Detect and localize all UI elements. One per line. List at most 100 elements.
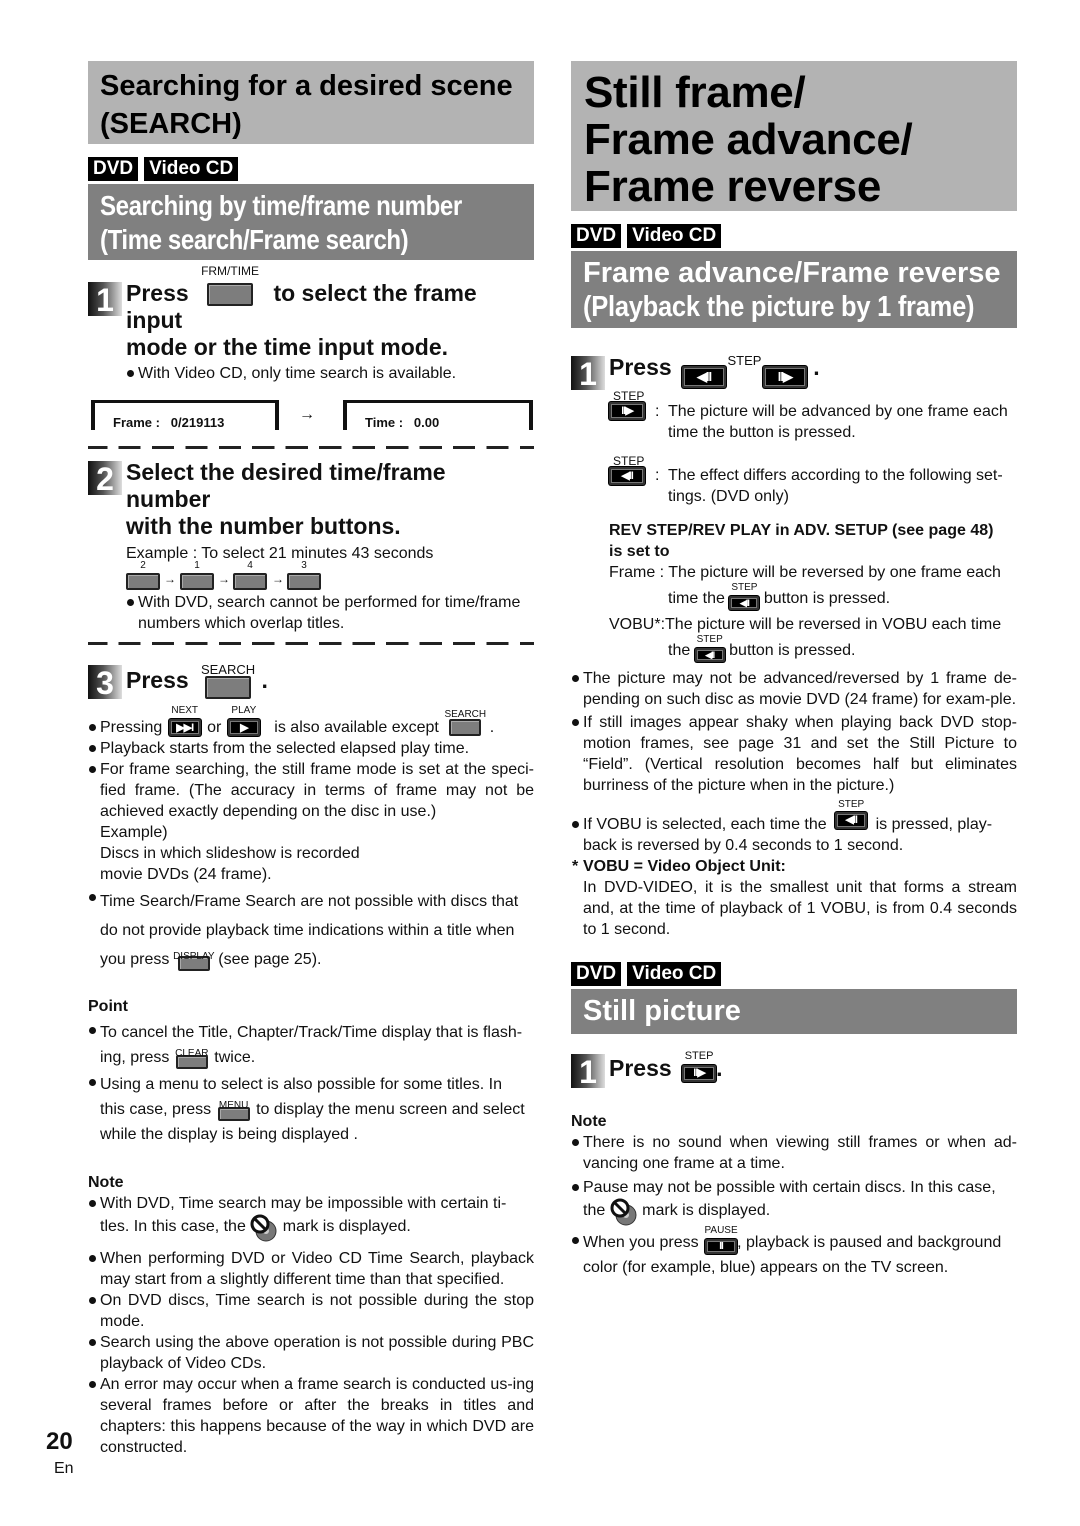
- arrow-icon: →: [299, 406, 315, 423]
- subtitle-line: (Time search/Frame search): [100, 224, 409, 255]
- bullet-text: back is reversed by 0.4 seconds to 1 sec…: [583, 837, 904, 854]
- number-button-icon: 4: [233, 560, 267, 590]
- button-label: PLAY: [231, 705, 257, 717]
- button-glyph: ◀II: [705, 649, 715, 660]
- bullet-text: numbers which overlap titles.: [138, 615, 345, 632]
- digit-label: 3: [301, 560, 307, 571]
- instruction-text: mode or the time input mode.: [126, 334, 449, 360]
- desc-text: The picture will be advanced by one fram…: [668, 401, 1018, 443]
- instruction-text: Select the desired time/frame number: [126, 459, 446, 512]
- number-button-icon: 1: [180, 560, 214, 590]
- still-picture-subtitle: Still picture: [571, 989, 1017, 1034]
- bullet-item: The picture may not be advanced/reversed…: [571, 668, 1017, 710]
- frame-bullets: The picture may not be advanced/reversed…: [571, 668, 1017, 856]
- bullet-item: Search using the above operation is not …: [88, 1332, 534, 1374]
- button-glyph: II▶: [777, 368, 793, 384]
- clear-button-icon: CLEAR: [175, 1048, 209, 1069]
- title-line: Frame advance/: [584, 115, 913, 164]
- step-number-badge: 1: [571, 1054, 605, 1090]
- setting-text: button is pressed.: [763, 590, 891, 607]
- bullet-text: With DVD, Time search may be impossible …: [100, 1195, 507, 1212]
- setting-text: button is pressed.: [729, 642, 856, 659]
- desc-line: tings. (DVD only): [668, 488, 789, 505]
- search-step-3: 3 Press SEARCH .: [88, 662, 534, 703]
- button-glyph: ◀II: [845, 814, 858, 827]
- button-label: PAUSE: [704, 1225, 738, 1237]
- setting-frame: Frame : The picture will be reversed by …: [609, 562, 1017, 614]
- title-line: Still frame/: [584, 68, 806, 117]
- step-number-badge: 3: [88, 665, 122, 701]
- menu-button-icon: MENU: [217, 1100, 250, 1121]
- bullet-text: to display the menu screen and select: [256, 1101, 525, 1118]
- bullet-item: On DVD discs, Time search is not possibl…: [88, 1290, 534, 1332]
- prohibited-disc-icon: [610, 1198, 638, 1226]
- search-step-2: 2 Select the desired time/frame number w…: [88, 459, 534, 634]
- desc-text: The effect differs according to the foll…: [668, 465, 1018, 507]
- arrow-icon: →: [272, 572, 284, 586]
- bullet-text: Using a menu to select is also possible …: [100, 1076, 502, 1093]
- time-display-text: Time : 0.00: [365, 415, 440, 430]
- disc-badges: DVD Video CD: [571, 962, 1017, 986]
- arrow-icon: →: [218, 572, 230, 586]
- dashed-divider: [88, 642, 534, 645]
- step-forward-button-icon: II▶: [609, 402, 645, 420]
- frame-advance-subtitle: Frame advance/Frame reverse (Playback th…: [571, 251, 1017, 328]
- button-glyph: ◀II: [696, 368, 712, 384]
- bullet-text: color (for example, blue) appears on the…: [583, 1259, 949, 1276]
- step3-bullets: Pressing ▶▶I NEXT or ▶ PLAY is also availa…: [88, 705, 534, 974]
- press-text: Press: [126, 667, 189, 693]
- bullet-text: ing, press: [100, 1049, 170, 1066]
- still-note-section: Note There is no sound when viewing stil…: [571, 1111, 1017, 1280]
- button-label: SEARCH: [444, 709, 487, 721]
- footnote-star: *: [572, 858, 579, 875]
- search-button-icon: SEARCH: [201, 662, 255, 700]
- bullet-text: while the display is being displayed .: [100, 1126, 358, 1143]
- step-instruction: Press FRM/TIME to select the frame input…: [126, 264, 534, 361]
- bullet-text: Time Search/Frame Search are not possibl…: [100, 893, 519, 910]
- step-number-badge: 1: [571, 356, 605, 392]
- example-text: Discs in which slideshow is recorded: [100, 845, 360, 862]
- bullet-text: If VOBU is selected, each time the: [583, 816, 827, 833]
- step-reverse-button-icon: ◀II: [609, 467, 645, 485]
- step-reverse-button-icon: STEP ◀II: [835, 799, 868, 830]
- note-heading: Note: [88, 1174, 124, 1191]
- step-number-badge: 2: [88, 461, 122, 497]
- setting-text: time the: [668, 590, 725, 607]
- bullet-item: With Video CD, only time search is avail…: [126, 363, 534, 384]
- heading-line: REV STEP/REV PLAY in ADV. SETUP (see pag…: [609, 522, 994, 539]
- settings-heading: REV STEP/REV PLAY in ADV. SETUP (see pag…: [609, 520, 1017, 562]
- bullet-text: With DVD, search cannot be performed for…: [138, 594, 521, 611]
- button-label: CLEAR: [175, 1047, 209, 1059]
- button-glyph: II▶: [693, 1067, 706, 1080]
- rev-step-settings: REV STEP/REV PLAY in ADV. SETUP (see pag…: [571, 520, 1017, 666]
- desc-line: The effect differs according to the foll…: [668, 467, 1003, 484]
- example-label: Example): [100, 824, 168, 841]
- search-button-icon: SEARCH: [444, 709, 486, 737]
- title-line: (SEARCH): [100, 108, 242, 140]
- time-search-subtitle: Searching by time/frame number (Time sea…: [88, 184, 534, 260]
- bullet-item: With DVD, Time search may be impossible …: [88, 1193, 534, 1242]
- heading-line: is set to: [609, 543, 670, 560]
- bullet-item: Pressing ▶▶I NEXT or ▶ PLAY is also availa…: [88, 705, 534, 738]
- bullet-item: There is no sound when viewing still fra…: [571, 1132, 1017, 1174]
- number-button-icon: 2: [126, 560, 160, 590]
- digit-label: 1: [194, 560, 200, 571]
- button-glyph: II▶: [621, 405, 634, 417]
- left-column: Searching for a desired scene (SEARCH) D…: [88, 61, 534, 1458]
- vobu-definition: * VOBU = Video Object Unit: In DVD-VIDEO…: [571, 856, 1017, 940]
- search-section-title: Searching for a desired scene (SEARCH): [88, 61, 534, 144]
- bullet-text: mark is displayed.: [642, 1202, 771, 1220]
- bullet-text: , playback is paused and background: [737, 1234, 1002, 1251]
- still-step-1: 1 Press STEP II▶.: [571, 1050, 1017, 1090]
- bullet-item: Pause may not be possible with certain d…: [571, 1177, 1017, 1226]
- button-label: SEARCH: [200, 662, 256, 678]
- bullet-text: you press: [100, 951, 170, 968]
- colon: :: [655, 467, 660, 484]
- step-instruction: Press SEARCH .: [126, 662, 534, 700]
- button-label: STEP: [727, 352, 762, 368]
- right-column: Still frame/ Frame advance/ Frame revers…: [571, 61, 1017, 1280]
- button-label: FRM/TIME: [201, 264, 260, 279]
- bullet-text: or: [207, 719, 222, 736]
- button-label: DISPLAY: [173, 951, 215, 963]
- bullet-item: Using a menu to select is also possible …: [88, 1072, 534, 1147]
